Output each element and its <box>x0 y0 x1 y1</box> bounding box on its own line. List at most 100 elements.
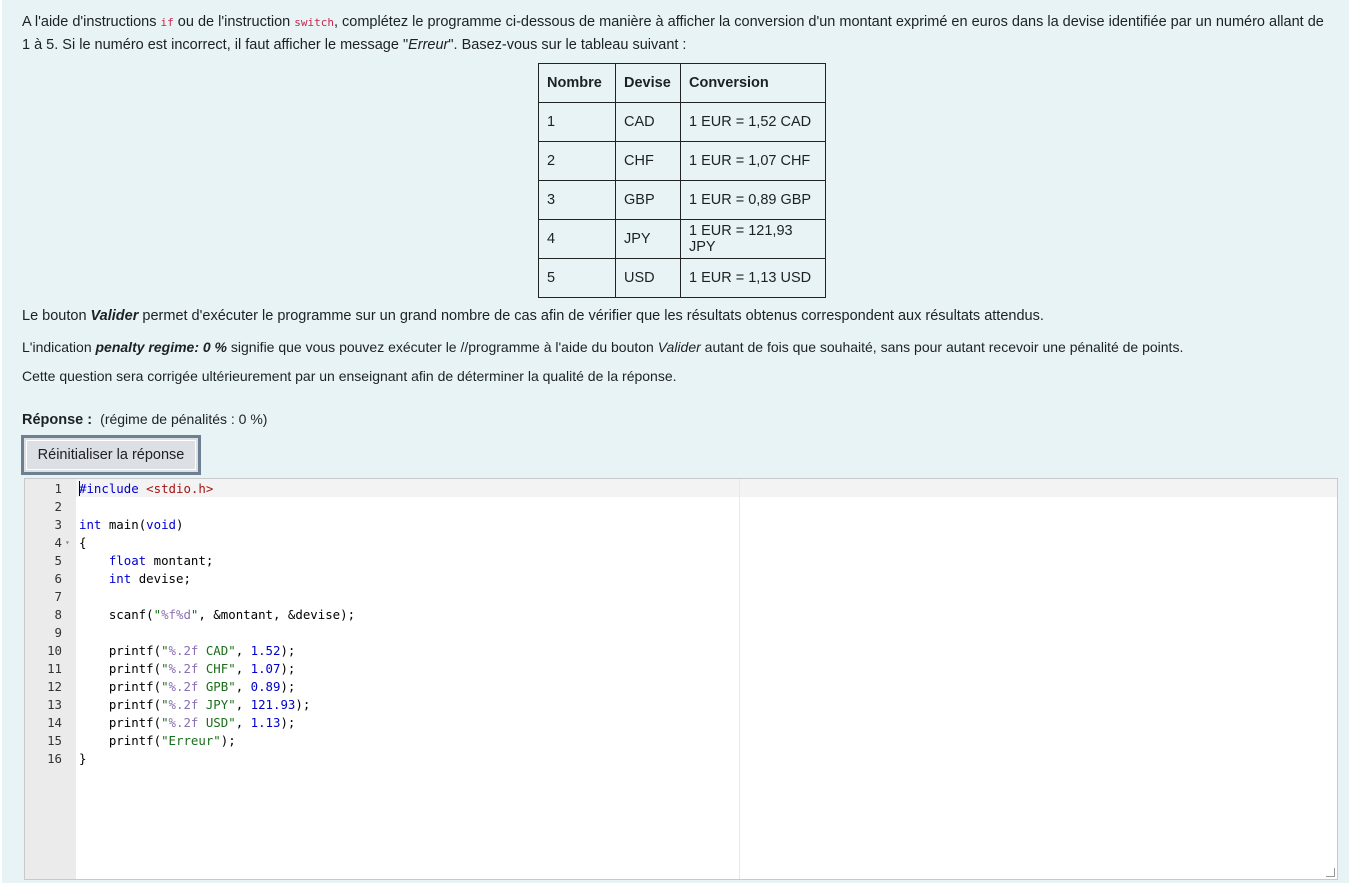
code-token: ); <box>220 733 236 748</box>
header-devise: Devise <box>615 63 681 103</box>
string-literal: "Erreur" <box>161 733 221 748</box>
fold-toggle-icon[interactable]: ▾ <box>65 534 70 552</box>
keyword-switch: switch <box>294 16 334 29</box>
code-token: printf( <box>108 643 162 658</box>
format-specifier: %.2f <box>168 643 199 658</box>
question-intro: A l'aide d'instructions if ou de l'instr… <box>22 11 1332 57</box>
code-token: , <box>235 661 251 676</box>
code-token: main( <box>101 517 147 532</box>
cell-nombre: 3 <box>538 180 616 220</box>
code-line: 4 ▾ { <box>25 534 1337 552</box>
format-specifier: %.2f <box>168 715 199 730</box>
cell-devise: CAD <box>615 102 681 142</box>
code-text: { <box>79 535 87 550</box>
paragraph-text: permet d'exécuter le programme sur un gr… <box>138 308 1044 324</box>
string-quote: " <box>153 607 162 622</box>
code-line: 16} <box>25 750 1337 768</box>
code-token: , <box>235 679 251 694</box>
answer-label-row: Réponse : (régime de pénalités : 0 %) <box>22 411 267 428</box>
string-quote: " <box>161 715 169 730</box>
cell-nombre: 1 <box>538 102 616 142</box>
code-token: ); <box>295 697 311 712</box>
conversion-table: Nombre Devise Conversion 1 CAD 1 EUR = 1… <box>538 63 826 298</box>
code-line: 8 scanf("%f%d", &montant, &devise); <box>25 606 1337 624</box>
valider-emphasis: Valider <box>657 339 701 355</box>
string-quote: " <box>161 661 169 676</box>
answer-label: Réponse : <box>22 412 93 428</box>
cell-conversion: 1 EUR = 0,89 GBP <box>680 180 826 220</box>
keyword: float <box>108 553 147 568</box>
code-text: } <box>79 751 87 766</box>
preprocessor-directive: #include <box>79 481 139 496</box>
code-line: 2 <box>25 498 1337 516</box>
keyword: int <box>108 571 132 586</box>
format-specifier: %.2f <box>168 679 199 694</box>
resize-handle[interactable] <box>1326 868 1335 877</box>
code-line: 7 <box>25 588 1337 606</box>
cell-devise: CHF <box>615 141 681 181</box>
code-token: printf( <box>108 715 162 730</box>
code-token: , <box>235 697 251 712</box>
cell-conversion: 1 EUR = 1,52 CAD <box>680 102 826 142</box>
cell-devise: JPY <box>615 219 681 259</box>
code-line: 10 printf("%.2f CAD", 1.52); <box>25 642 1337 660</box>
paragraph-text: L'indication <box>22 339 96 355</box>
paragraph-text: signifie que vous pouvez exécuter le //p… <box>227 339 658 355</box>
penalty-explanation: L'indication penalty regime: 0 % signifi… <box>22 339 1183 355</box>
number-literal: 1.52 <box>250 643 281 658</box>
code-text: #include <stdio.h> <box>79 480 213 498</box>
code-token: printf( <box>108 679 162 694</box>
code-line: 9 <box>25 624 1337 642</box>
intro-text: ou de l'instruction <box>173 14 295 30</box>
code-token: scanf( <box>108 607 154 622</box>
header-nombre: Nombre <box>538 63 616 103</box>
code-line: 14 printf("%.2f USD", 1.13); <box>25 714 1337 732</box>
keyword: int <box>79 517 102 532</box>
code-token: ); <box>280 643 296 658</box>
question-panel: A l'aide d'instructions if ou de l'instr… <box>2 0 1349 883</box>
number-literal: 121.93 <box>250 697 296 712</box>
code-token: printf( <box>108 697 162 712</box>
code-line: 12 printf("%.2f GPB", 0.89); <box>25 678 1337 696</box>
string-quote: " <box>228 697 236 712</box>
grading-note: Cette question sera corrigée ultérieurem… <box>22 368 677 384</box>
cell-devise: USD <box>615 258 681 298</box>
cell-conversion: 1 EUR = 1,07 CHF <box>680 141 826 181</box>
reset-answer-button[interactable]: Réinitialiser la réponse <box>21 435 201 475</box>
code-line: 6 int devise; <box>25 570 1337 588</box>
code-text: printf("%.2f GPB", 0.89); <box>79 678 296 696</box>
code-text: scanf("%f%d", &montant, &devise); <box>79 606 355 624</box>
paragraph-text: Le bouton <box>22 308 91 324</box>
code-token: ) <box>176 517 184 532</box>
string-quote: " <box>161 679 169 694</box>
penalty-emphasis: penalty regime: 0 % <box>95 339 228 355</box>
code-token: printf( <box>108 733 162 748</box>
reset-answer-label: Réinitialiser la réponse <box>37 447 185 463</box>
string-literal: JPY <box>198 697 229 712</box>
number-literal: 0.89 <box>250 679 281 694</box>
code-lines: 1 #include <stdio.h> 2 3 int main(void) 4 ▾… <box>25 480 1337 768</box>
line-number: 2 <box>54 499 62 514</box>
intro-text: ". Basez-vous sur le tableau suivant : <box>448 37 687 53</box>
code-line: 5 float montant; <box>25 552 1337 570</box>
line-number: 5 <box>54 553 62 568</box>
table-row: 1 CAD 1 EUR = 1,52 CAD <box>538 102 826 142</box>
paragraph-text: autant de fois que souhaité, sans pour a… <box>700 339 1184 355</box>
line-number: 1 <box>54 481 62 496</box>
code-editor[interactable]: 1 #include <stdio.h> 2 3 int main(void) 4 ▾… <box>24 478 1338 880</box>
string-quote: " <box>228 643 236 658</box>
code-token: ); <box>280 661 296 676</box>
code-text: int main(void) <box>79 516 183 534</box>
line-number: 14 <box>47 715 62 730</box>
line-number: 12 <box>47 679 62 694</box>
code-line: 13 printf("%.2f JPY", 121.93); <box>25 696 1337 714</box>
cell-nombre: 2 <box>538 141 616 181</box>
number-literal: 1.13 <box>250 715 281 730</box>
string-quote: " <box>161 643 169 658</box>
string-literal: CAD <box>198 643 229 658</box>
keyword-if: if <box>160 16 174 29</box>
line-number: 15 <box>47 733 62 748</box>
keyword: void <box>146 517 176 532</box>
valider-emphasis: Valider <box>90 308 139 324</box>
code-token: , <box>235 715 251 730</box>
